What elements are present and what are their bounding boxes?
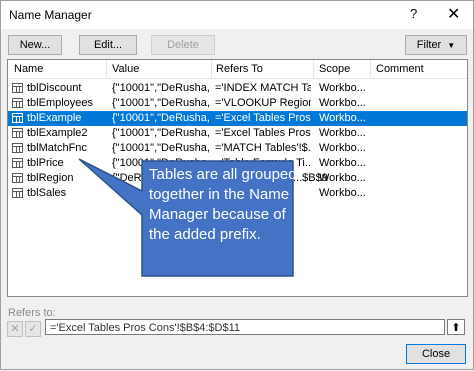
cancel-icon[interactable]: ✕ bbox=[7, 321, 23, 337]
close-button[interactable]: Close bbox=[406, 344, 466, 364]
refers-to-field[interactable]: ='Excel Tables Pros Cons'!$B$4:$D$11 bbox=[45, 319, 445, 335]
name-manager-dialog: Name Manager ? ✕ New... Edit... Delete F… bbox=[0, 0, 474, 370]
checkmark-icon[interactable]: ✓ bbox=[25, 321, 41, 337]
close-button-label: Close bbox=[421, 348, 451, 360]
callout-text: Tables are all grouped together in the N… bbox=[149, 166, 297, 243]
refers-to-label: Refers to: bbox=[8, 307, 56, 319]
collapse-dialog-icon[interactable]: ⬆ bbox=[447, 319, 465, 335]
